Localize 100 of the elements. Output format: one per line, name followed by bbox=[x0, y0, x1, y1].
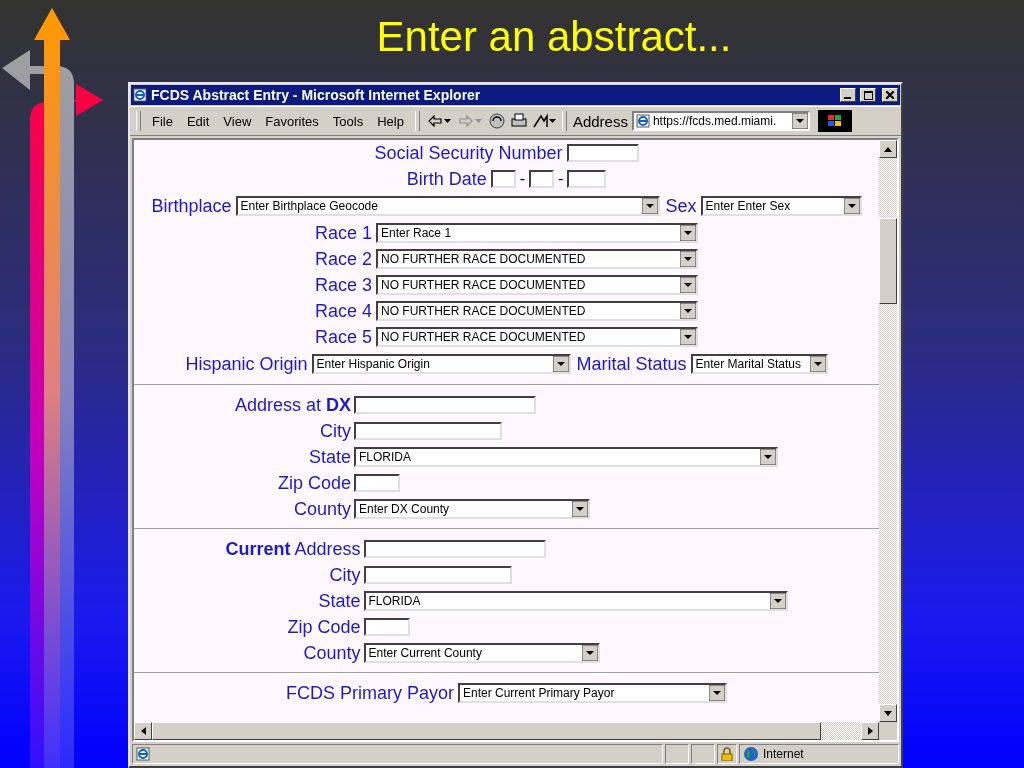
menu-item[interactable]: File bbox=[147, 111, 178, 131]
input-field[interactable] bbox=[354, 396, 537, 414]
dropdown-field[interactable]: Enter Birthplace Geocode bbox=[235, 196, 660, 216]
field-label: City bbox=[328, 564, 361, 587]
input-field[interactable] bbox=[363, 618, 410, 636]
field-label: Zip Code bbox=[277, 472, 352, 495]
dropdown-arrow-icon bbox=[769, 593, 786, 609]
maximize-icon bbox=[863, 90, 873, 100]
close-icon bbox=[886, 91, 894, 99]
input-field[interactable] bbox=[490, 170, 516, 188]
field-label: State bbox=[317, 590, 361, 613]
input-field[interactable] bbox=[566, 144, 639, 162]
minimize-button[interactable] bbox=[840, 88, 856, 102]
dropdown-field[interactable]: Enter DX County bbox=[354, 499, 591, 519]
dropdown-arrow-icon bbox=[572, 501, 589, 517]
dropdown-field[interactable]: Enter Hispanic Origin bbox=[311, 354, 571, 374]
dropdown-field[interactable]: FLORIDA bbox=[354, 447, 779, 467]
security-zone: Internet bbox=[763, 747, 804, 761]
ie-window-icon bbox=[133, 88, 147, 102]
up-triangle-icon bbox=[884, 146, 892, 152]
menu-item[interactable]: View bbox=[218, 111, 257, 131]
field-label: Race 3 bbox=[314, 274, 372, 296]
field-label: State bbox=[308, 446, 352, 469]
dropdown-arrow-icon bbox=[809, 356, 826, 372]
scroll-thumb[interactable] bbox=[879, 218, 897, 304]
dropdown-field[interactable]: NO FURTHER RACE DOCUMENTED bbox=[376, 275, 698, 295]
dropdown-arrow-icon bbox=[680, 329, 696, 345]
field-label: Marital Status bbox=[576, 353, 687, 375]
globe-icon bbox=[743, 746, 759, 762]
input-field[interactable] bbox=[567, 170, 607, 188]
status-page-icon bbox=[136, 747, 150, 761]
window-title: FCDS Abstract Entry - Microsoft Internet Explorer bbox=[151, 87, 482, 103]
dropdown-field[interactable]: NO FURTHER RACE DOCUMENTED bbox=[376, 301, 698, 321]
dropdown-field[interactable]: NO FURTHER RACE DOCUMENTED bbox=[376, 327, 698, 347]
close-button[interactable] bbox=[882, 88, 898, 102]
field-label: Current Address bbox=[225, 538, 361, 561]
field-label: Race 5 bbox=[314, 326, 372, 348]
dropdown-arrow-icon bbox=[552, 356, 569, 372]
dropdown-field[interactable]: Enter Enter Sex bbox=[700, 196, 862, 216]
dropdown-arrow-icon bbox=[709, 685, 725, 701]
date-separator: - bbox=[558, 170, 564, 188]
scroll-right-button[interactable] bbox=[861, 722, 879, 740]
field-label: City bbox=[319, 420, 352, 443]
scroll-left-button[interactable] bbox=[134, 722, 152, 740]
maximize-button[interactable] bbox=[860, 88, 876, 102]
field-label: Race 2 bbox=[314, 248, 372, 270]
down-triangle-icon bbox=[884, 710, 892, 716]
back-arrow-icon bbox=[427, 115, 442, 127]
dropdown-arrow-icon bbox=[680, 251, 696, 267]
dropdown-arrow-icon bbox=[581, 645, 598, 661]
vertical-scrollbar[interactable] bbox=[879, 140, 897, 722]
dropdown-arrow-icon bbox=[680, 303, 696, 319]
left-triangle-icon bbox=[140, 727, 146, 735]
field-label: Sex bbox=[665, 195, 697, 217]
menu-item[interactable]: Favorites bbox=[260, 111, 324, 131]
address-field[interactable]: https://fcds.med.miami. bbox=[631, 111, 810, 131]
field-label: Address at DX bbox=[234, 394, 352, 417]
scroll-up-button[interactable] bbox=[879, 140, 897, 158]
right-triangle-icon bbox=[867, 727, 873, 735]
windows-logo-icon bbox=[817, 110, 852, 132]
field-label: Social Security Number bbox=[374, 142, 563, 164]
dropdown-field[interactable]: FLORIDA bbox=[363, 591, 788, 611]
dropdown-field[interactable]: Enter Current County bbox=[363, 643, 600, 663]
date-separator: - bbox=[519, 170, 525, 188]
input-field[interactable] bbox=[354, 474, 401, 492]
print-icon[interactable] bbox=[509, 113, 528, 129]
dropdown-arrow-icon bbox=[680, 225, 696, 241]
dropdown-arrow-icon bbox=[791, 113, 808, 129]
caret-icon bbox=[474, 119, 482, 123]
dropdown-field[interactable]: Enter Current Primary Payor bbox=[458, 683, 727, 703]
forward-arrow-icon bbox=[458, 115, 473, 127]
tools-icon[interactable] bbox=[531, 113, 556, 129]
dropdown-field[interactable]: Enter Race 1 bbox=[376, 223, 698, 243]
menu-item[interactable]: Edit bbox=[181, 111, 215, 131]
field-label: FCDS Primary Payor bbox=[286, 682, 454, 704]
field-label: Race 4 bbox=[314, 300, 372, 322]
caret-icon bbox=[443, 119, 451, 123]
input-field[interactable] bbox=[529, 170, 554, 188]
address-label: Address bbox=[572, 112, 628, 130]
input-field[interactable] bbox=[354, 422, 503, 440]
input-field[interactable] bbox=[363, 566, 512, 584]
status-pane bbox=[665, 744, 689, 764]
menu-item[interactable]: Tools bbox=[327, 111, 369, 131]
field-label: County bbox=[293, 498, 352, 521]
menu-item[interactable]: Help bbox=[372, 111, 409, 131]
input-field[interactable] bbox=[363, 540, 546, 558]
slide-title: Enter an abstract... bbox=[376, 13, 732, 61]
field-label: Hispanic Origin bbox=[185, 353, 308, 375]
ie-page-icon bbox=[635, 114, 650, 128]
dropdown-arrow-icon bbox=[680, 277, 696, 293]
status-pane bbox=[691, 744, 715, 764]
field-label: Zip Code bbox=[286, 616, 361, 639]
refresh-icon[interactable] bbox=[487, 112, 506, 130]
field-label: Race 1 bbox=[314, 222, 372, 244]
dropdown-field[interactable]: NO FURTHER RACE DOCUMENTED bbox=[376, 249, 698, 269]
dropdown-field[interactable]: Enter Marital Status bbox=[690, 354, 828, 374]
field-label: County bbox=[302, 642, 361, 665]
field-label: Birth Date bbox=[406, 168, 487, 190]
dropdown-arrow-icon bbox=[760, 449, 777, 465]
scroll-down-button[interactable] bbox=[879, 704, 897, 722]
